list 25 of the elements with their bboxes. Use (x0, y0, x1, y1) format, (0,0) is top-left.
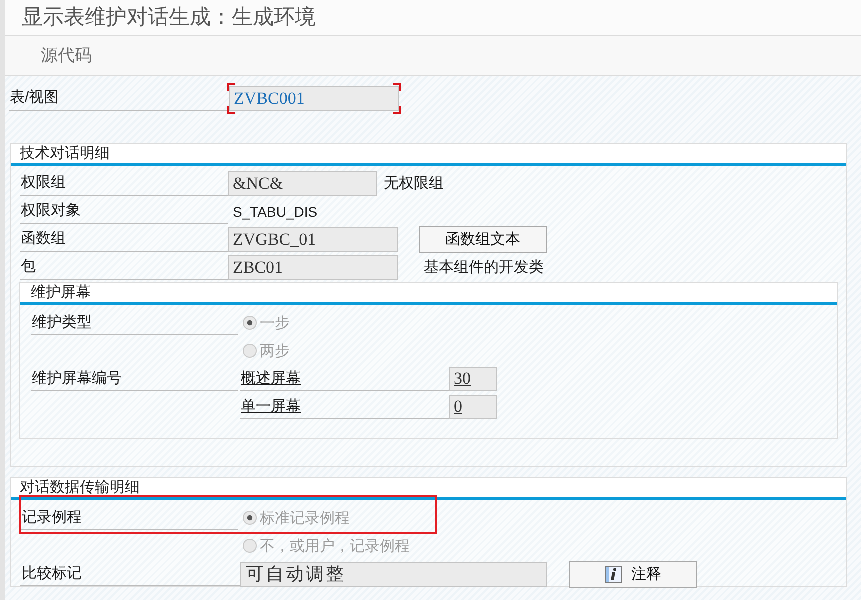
input-field[interactable]: ZVBC001 (229, 86, 399, 111)
field-label: 概述屏幕 (240, 367, 449, 391)
group-header: 对话数据传输明细 (11, 478, 846, 500)
field-description: 基本组件的开发类 (424, 258, 544, 277)
field-description: 无权限组 (384, 174, 444, 193)
function-group-text-button[interactable]: 函数组文本 (419, 226, 547, 253)
comment-button[interactable]: 注释 (569, 560, 697, 588)
screen-title: 显示表维护对话生成：生成环境 (22, 4, 316, 30)
input-field[interactable]: ZVGBC_01 (228, 227, 398, 252)
input-field[interactable]: 可自动调整 (240, 562, 547, 586)
field-label: 单一屏幕 (240, 395, 449, 419)
input-field[interactable]: &NC& (228, 171, 377, 196)
input-field[interactable]: 0 (449, 395, 497, 419)
field-label: 维护类型 (31, 311, 238, 335)
field-label: 记录例程 (20, 506, 238, 530)
field-label: 比较标记 (20, 562, 240, 586)
field-label: 权限对象 (20, 199, 228, 224)
field-value: S_TABU_DIS (232, 204, 318, 220)
field-label: 维护屏幕编号 (31, 367, 238, 391)
toolbar-button[interactable]: 源代码 (37, 42, 96, 69)
input-field[interactable]: 30 (449, 367, 497, 391)
info-icon (604, 566, 622, 582)
input-field[interactable]: ZBC01 (228, 255, 398, 280)
group-header: 技术对话明细 (11, 144, 846, 166)
group-header: 维护屏幕 (20, 283, 837, 305)
